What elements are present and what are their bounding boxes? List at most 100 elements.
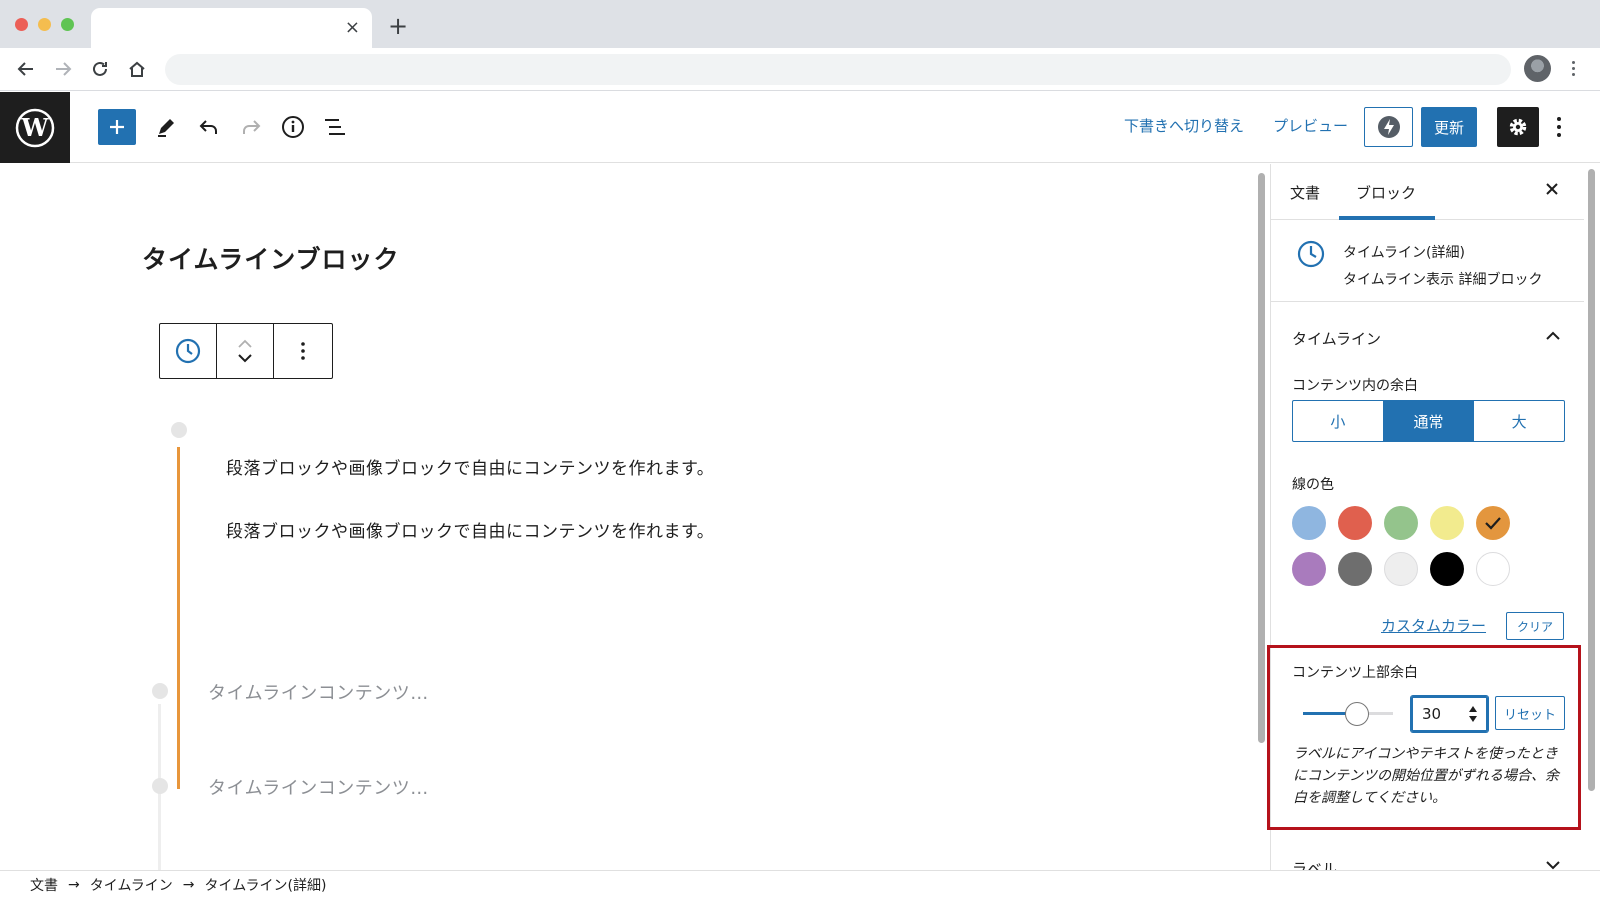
breadcrumb-separator: → <box>182 877 195 893</box>
close-sidebar-button[interactable] <box>1541 178 1563 200</box>
tab-close-icon[interactable]: × <box>345 18 360 38</box>
svg-text:W: W <box>21 113 50 142</box>
list-view-button[interactable] <box>322 114 348 140</box>
timeline-dot <box>171 422 187 438</box>
details-button[interactable] <box>280 114 306 140</box>
lightning-icon <box>1377 116 1400 138</box>
color-swatch[interactable] <box>1476 506 1510 540</box>
paragraph-block[interactable]: 段落ブロックや画像ブロックで自由にコンテンツを作れます。 <box>226 454 714 479</box>
padding-segmented-control: 小 通常 大 <box>1292 400 1565 442</box>
block-card: タイムライン(詳細) タイムライン表示 詳細ブロック <box>1271 220 1584 302</box>
browser-tab[interactable]: × <box>91 8 372 48</box>
undo-icon <box>199 120 217 134</box>
breadcrumb-separator: → <box>68 877 80 893</box>
color-swatch[interactable] <box>1338 506 1372 540</box>
list-view-icon <box>325 119 345 135</box>
browser-toolbar <box>0 48 1600 91</box>
padding-option-normal[interactable]: 通常 <box>1383 401 1475 441</box>
block-card-title: タイムライン(詳細) <box>1343 245 1465 261</box>
breadcrumb-item-timeline[interactable]: タイムライン <box>90 875 173 895</box>
color-swatch[interactable] <box>1430 552 1464 586</box>
editor-header: W 下書きへ切り替え プレビュー 更新 <box>0 92 1600 163</box>
chevron-up-icon <box>1546 331 1560 340</box>
clock-icon <box>175 338 201 364</box>
padding-option-large[interactable]: 大 <box>1474 401 1564 441</box>
breadcrumb-item-document[interactable]: 文書 <box>30 875 58 895</box>
add-block-button[interactable] <box>98 109 136 145</box>
sidebar-scrollbar[interactable] <box>1587 165 1596 865</box>
chevron-down-icon[interactable] <box>237 353 253 363</box>
info-icon <box>282 116 304 138</box>
chevron-up-icon[interactable] <box>237 339 253 349</box>
arrow-left-icon <box>17 62 33 76</box>
chevron-down-icon[interactable] <box>1543 858 1563 870</box>
color-swatch[interactable] <box>1430 506 1464 540</box>
close-icon <box>1546 183 1558 195</box>
gear-icon <box>1509 118 1527 136</box>
block-movers <box>217 324 274 378</box>
redo-icon <box>243 120 261 134</box>
checkmark-icon <box>1485 517 1501 530</box>
profile-avatar[interactable] <box>1524 55 1551 82</box>
panel-toggle[interactable] <box>1543 326 1563 346</box>
browser-tabbar: × + <box>0 0 1600 48</box>
reload-button[interactable] <box>88 57 112 81</box>
block-toolbar <box>159 323 333 379</box>
redo-button[interactable] <box>238 114 264 140</box>
home-icon <box>129 61 145 77</box>
window-zoom-button[interactable] <box>61 18 74 31</box>
panel-title-timeline[interactable]: タイムライン <box>1292 328 1381 349</box>
plus-icon <box>110 120 124 134</box>
tab-document[interactable]: 文書 <box>1290 182 1320 203</box>
custom-color-button[interactable]: カスタムカラー <box>1381 615 1486 636</box>
vertical-ellipsis-icon <box>301 342 305 360</box>
padding-label: コンテンツ内の余白 <box>1292 378 1418 394</box>
preview-button[interactable]: プレビュー <box>1273 116 1348 136</box>
block-switcher-button[interactable] <box>160 324 217 378</box>
breadcrumb-item-timeline-detail[interactable]: タイムライン(詳細) <box>205 875 327 895</box>
panel-title-label[interactable]: ラベル <box>1292 858 1337 870</box>
tools-button[interactable] <box>153 114 179 140</box>
color-swatch[interactable] <box>1338 552 1372 586</box>
tab-block[interactable]: ブロック <box>1356 182 1416 203</box>
more-options-button[interactable] <box>1553 114 1565 140</box>
update-button[interactable]: 更新 <box>1421 107 1477 147</box>
browser-menu-button[interactable] <box>1568 56 1578 80</box>
color-swatch[interactable] <box>1384 552 1418 586</box>
clear-color-button[interactable]: クリア <box>1506 612 1564 640</box>
home-button[interactable] <box>125 57 149 81</box>
line-color-label: 線の色 <box>1292 477 1334 493</box>
timeline-item-placeholder[interactable]: タイムラインコンテンツ… <box>208 679 429 705</box>
color-swatch[interactable] <box>1292 506 1326 540</box>
forward-button[interactable] <box>51 57 75 81</box>
wordpress-icon: W <box>15 108 55 147</box>
paragraph-block[interactable]: 段落ブロックや画像ブロックで自由にコンテンツを作れます。 <box>226 517 714 542</box>
switch-to-draft-button[interactable]: 下書きへ切り替え <box>1124 116 1244 136</box>
timeline-item-placeholder[interactable]: タイムラインコンテンツ… <box>208 774 429 800</box>
editor-canvas: タイムラインブロック 段落ブロックや画像ブロックで自由にコンテンツを作れます。 … <box>0 164 1254 874</box>
wordpress-logo[interactable]: W <box>0 92 70 163</box>
color-swatch[interactable] <box>1476 552 1510 586</box>
settings-button[interactable] <box>1497 107 1539 147</box>
pencil-icon <box>158 119 174 137</box>
block-options-button[interactable] <box>274 324 332 378</box>
timeline-line <box>177 447 180 789</box>
color-swatch[interactable] <box>1292 552 1326 586</box>
sidebar-tabs: 文書 ブロック <box>1271 164 1584 220</box>
new-tab-button[interactable]: + <box>388 14 408 38</box>
padding-option-small[interactable]: 小 <box>1293 401 1384 441</box>
editor-scrollbar[interactable] <box>1256 165 1266 865</box>
color-swatch[interactable] <box>1384 506 1418 540</box>
address-bar[interactable] <box>165 54 1511 85</box>
jetpack-button[interactable] <box>1364 107 1413 147</box>
reload-icon <box>93 61 107 76</box>
undo-button[interactable] <box>196 114 222 140</box>
block-card-description: タイムライン表示 詳細ブロック <box>1343 272 1543 288</box>
window-close-button[interactable] <box>15 18 28 31</box>
back-button[interactable] <box>14 57 38 81</box>
arrow-right-icon <box>56 62 72 76</box>
post-title[interactable]: タイムラインブロック <box>142 240 400 276</box>
highlight-annotation <box>1267 645 1581 830</box>
window-minimize-button[interactable] <box>38 18 51 31</box>
block-breadcrumb: 文書 → タイムライン → タイムライン(詳細) <box>0 870 1600 899</box>
